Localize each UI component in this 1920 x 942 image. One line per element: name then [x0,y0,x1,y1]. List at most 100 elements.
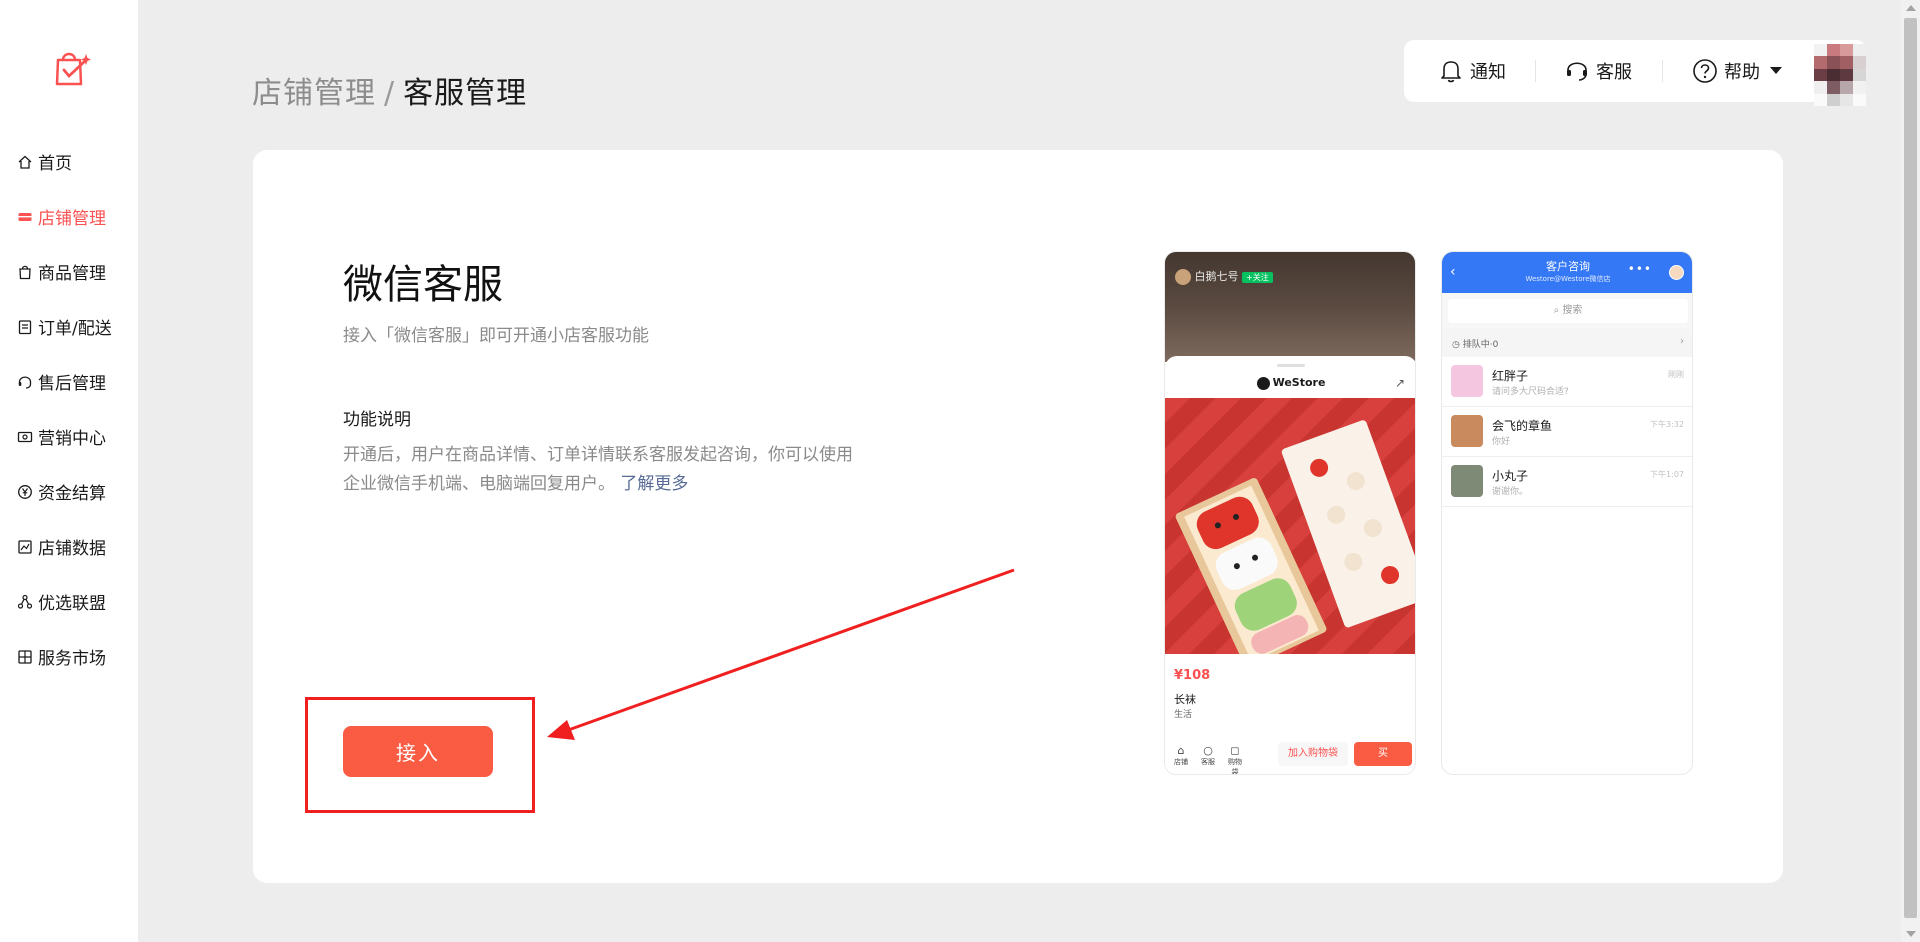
breadcrumb-separator: / [384,76,396,111]
sidebar-item-marketing[interactable]: 营销中心 [0,409,138,464]
tab-bag: ◻ 购物袋 [1228,744,1242,775]
breadcrumb-current: 客服管理 [403,76,528,111]
queue-text: 排队中·0 [1462,340,1499,350]
sidebar-item-store-data[interactable]: 店铺数据 [0,519,138,574]
feature-title: 功能说明 [343,410,411,430]
home-icon [16,153,34,171]
chat-list-item: 红胖子 请问多大尺码合适? 刚刚 [1442,357,1692,407]
chat-search-box: ⌕ 搜索 [1448,299,1688,323]
sidebar-item-label: 商品管理 [38,264,106,284]
chat-time: 下午1:07 [1650,470,1684,479]
feature-description-text: 开通后，用户在商品详情、订单详情联系客服发起咨询，你可以使用企业微信手机端、电脑… [343,445,853,494]
coupon-icon [16,428,34,446]
sidebar-item-orders[interactable]: 订单/配送 [0,299,138,354]
search-placeholder: 搜索 [1562,305,1583,316]
sidebar-item-after-sales[interactable]: 售后管理 [0,354,138,409]
sidebar-item-home[interactable]: 首页 [0,134,138,189]
sidebar-item-label: 首页 [38,154,72,174]
sidebar-nav: 首页 店铺管理 商品管理 订单/配送 售后管理 营销中心 资金结算 店铺数据 优… [0,134,138,684]
more-icon: ••• [1627,262,1652,276]
tab-service: ○ 客服 [1201,744,1215,766]
chat-message: 谢谢你。 [1492,487,1529,497]
help-circle-icon [1692,58,1718,84]
live-header: 白鹅七号 +关注 [1175,268,1273,285]
chat-title: 客户咨询 [1546,260,1590,273]
scrollbar-thumb[interactable] [1904,18,1917,918]
chat-name: 红胖子 [1492,369,1529,383]
queue-label: ◷ 排队中·0 [1452,337,1498,350]
scroll-up-arrow-icon[interactable] [1906,5,1916,11]
chat-message: 你好 [1492,437,1511,447]
chat-list-item: 小丸子 谢谢你。 下午1:07 [1442,457,1692,507]
chat-name: 小丸子 [1492,469,1529,483]
product-name: 长袜 [1174,693,1196,706]
chat-header: ‹ 客户咨询 Westore@Westore微信店 ••• [1442,252,1692,293]
sidebar-item-label: 店铺管理 [38,209,106,229]
order-icon [16,318,34,336]
sidebar-item-label: 店铺数据 [38,539,106,559]
help-label: 帮助 [1724,62,1760,83]
tab-store-label: 店铺 [1174,758,1188,766]
tab-store: ⌂ 店铺 [1174,744,1188,766]
sidebar-item-store-management[interactable]: 店铺管理 [0,189,138,244]
chat-message: 请问多大尺码合适? [1492,387,1569,397]
customer-service-label: 客服 [1596,62,1632,83]
grid-icon [16,648,34,666]
shop-logo-icon[interactable] [50,44,94,88]
share-icon: ↗ [1394,376,1405,390]
product-image [1165,398,1415,654]
chat-preview-phone: ‹ 客户咨询 Westore@Westore微信店 ••• ⌕ 搜索 ◷ 排队中… [1441,251,1693,775]
follow-badge: +关注 [1242,272,1273,283]
learn-more-link[interactable]: 了解更多 [620,474,688,494]
chat-avatar [1451,415,1483,447]
breadcrumb: 店铺管理 / 客服管理 [252,68,527,112]
customer-service-button[interactable]: 客服 [1536,40,1662,102]
sidebar-item-label: 订单/配送 [38,319,112,339]
connect-button[interactable]: 接入 [343,726,493,777]
user-avatar[interactable] [1814,44,1866,106]
tab-service-label: 客服 [1201,758,1215,766]
clock-icon: ◷ [1452,340,1463,350]
buy-button: 买 [1354,742,1412,766]
notifications-button[interactable]: 通知 [1404,40,1535,102]
notifications-label: 通知 [1470,62,1506,83]
product-sheet: WeStore ↗ ¥108 长袜 生活 ⌂ 店铺 ○ 客服 ◻ 购物袋 加入购… [1165,356,1415,775]
agent-avatar [1669,265,1684,280]
top-toolbar: 通知 客服 帮助 [1404,40,1866,102]
shopping-bag-icon [16,263,34,281]
live-stream-banner: 白鹅七号 +关注 [1165,252,1415,362]
product-category: 生活 [1174,710,1193,720]
help-menu-button[interactable]: 帮助 [1663,40,1782,102]
sidebar-item-label: 售后管理 [38,374,106,394]
page-title: 微信客服 [343,262,503,308]
product-price: ¥108 [1174,668,1211,683]
breadcrumb-parent[interactable]: 店铺管理 [252,76,376,111]
sidebar: 首页 店铺管理 商品管理 订单/配送 售后管理 营销中心 资金结算 店铺数据 优… [0,0,138,942]
sidebar-item-label: 营销中心 [38,429,106,449]
chat-name: 会飞的章鱼 [1492,419,1553,433]
add-to-cart-button: 加入购物袋 [1278,742,1348,766]
sidebar-item-settlement[interactable]: 资金结算 [0,464,138,519]
scrollbar[interactable] [1901,0,1920,942]
chat-subtitle: Westore@Westore微信店 [1525,275,1611,283]
network-icon [16,593,34,611]
sidebar-item-products[interactable]: 商品管理 [0,244,138,299]
chat-time: 刚刚 [1668,370,1684,379]
headset-icon [16,373,34,391]
chat-time: 下午3:32 [1650,420,1684,429]
store-name: WeStore [1165,376,1415,390]
chat-search-area: ⌕ 搜索 [1442,293,1692,329]
sidebar-item-alliance[interactable]: 优选联盟 [0,574,138,629]
sidebar-item-label: 资金结算 [38,484,106,504]
yen-icon [16,483,34,501]
product-action-bar: ⌂ 店铺 ○ 客服 ◻ 购物袋 加入购物袋 买 [1165,736,1415,775]
scroll-down-arrow-icon[interactable] [1906,931,1916,937]
chat-list-item: 会飞的章鱼 你好 下午3:32 [1442,407,1692,457]
store-name-text: WeStore [1272,376,1326,389]
chevron-right-icon: › [1680,336,1684,347]
chat-avatar [1451,465,1483,497]
headset-icon [1564,58,1590,84]
sidebar-item-service-market[interactable]: 服务市场 [0,629,138,684]
tab-bag-label: 购物袋 [1228,758,1242,775]
product-preview-phone: 白鹅七号 +关注 WeStore ↗ ¥108 长袜 生活 ⌂ 店铺 ○ 客服 … [1164,251,1416,775]
